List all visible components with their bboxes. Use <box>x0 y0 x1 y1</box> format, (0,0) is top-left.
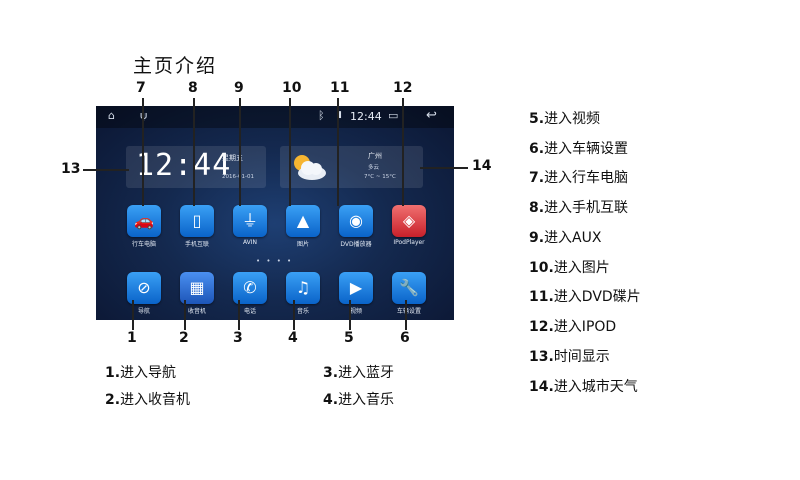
callout-13: 13 <box>61 161 81 177</box>
callout-1: 1 <box>127 330 137 346</box>
callout-9: 9 <box>234 80 244 96</box>
head-unit-screen: ⌂ ψ ᛒ ▮ 12:44 ▭ ↩ 12:44 星期五 2016-01-01 广… <box>96 106 454 320</box>
legend-item-3: 3.进入蓝牙 <box>323 365 395 381</box>
leader-line-2 <box>184 300 186 330</box>
wrench-icon: 🔧 <box>392 272 426 304</box>
bluetooth-icon: ᛒ <box>318 109 325 122</box>
app-trip-computer[interactable]: 🚗 行车电脑 <box>120 205 168 255</box>
leader-line-13 <box>83 169 129 171</box>
callout-4: 4 <box>288 330 298 346</box>
app-phone[interactable]: ✆ 电话 <box>226 272 274 320</box>
play-icon: ▶ <box>339 272 373 304</box>
legend-item-2: 2.进入收音机 <box>105 392 191 408</box>
partly-cloudy-icon <box>294 155 326 180</box>
leader-line-1 <box>132 300 134 330</box>
leader-line-9 <box>239 98 241 206</box>
leader-line-3 <box>238 300 240 330</box>
car-icon: 🚗 <box>127 205 161 237</box>
legend-item-11: 11.进入DVD碟片 <box>529 289 641 305</box>
leader-line-12 <box>402 98 404 206</box>
dvd-disc-icon: ◉ <box>339 205 373 237</box>
avin-plug-icon: ⏚ <box>233 205 267 237</box>
clock-widget[interactable]: 12:44 星期五 2016-01-01 <box>126 146 266 188</box>
legend-item-8: 8.进入手机互联 <box>529 200 629 216</box>
callout-3: 3 <box>233 330 243 346</box>
leader-line-8 <box>193 98 195 206</box>
home-icon[interactable]: ⌂ <box>108 109 115 122</box>
ipod-icon: ◈ <box>392 205 426 237</box>
weather-city: 广州 <box>368 152 382 160</box>
weather-condition: 多云 <box>368 165 380 171</box>
clock-time: 12:44 <box>136 148 232 183</box>
callout-5: 5 <box>344 330 354 346</box>
legend-item-5: 5.进入视频 <box>529 111 601 127</box>
leader-line-4 <box>293 300 295 330</box>
back-icon[interactable]: ↩ <box>426 108 437 123</box>
legend-item-6: 6.进入车辆设置 <box>529 141 629 157</box>
legend-item-10: 10.进入图片 <box>529 260 610 276</box>
app-phone-link[interactable]: ▯ 手机互联 <box>173 205 221 255</box>
callout-12: 12 <box>393 80 413 96</box>
phone-link-icon: ▯ <box>180 205 214 237</box>
page-indicator: • • • • <box>256 257 294 265</box>
leader-line-7 <box>142 98 144 206</box>
app-dvd[interactable]: ◉ DVD播放器 <box>332 205 380 255</box>
status-time: 12:44 <box>350 110 382 123</box>
callout-7: 7 <box>136 80 146 96</box>
status-bar: ⌂ ψ ᛒ ▮ 12:44 ▭ ↩ <box>96 106 454 128</box>
picture-icon: ▲ <box>286 205 320 237</box>
legend-item-13: 13.时间显示 <box>529 349 610 365</box>
legend-item-9: 9.进入AUX <box>529 230 602 246</box>
app-vehicle-settings[interactable]: 🔧 车辆设置 <box>385 272 433 320</box>
clock-date: 2016-01-01 <box>222 174 254 180</box>
app-radio[interactable]: ▦ 收音机 <box>173 272 221 320</box>
legend-item-14: 14.进入城市天气 <box>529 379 638 395</box>
page-title: 主页介绍 <box>133 55 218 77</box>
legend-item-4: 4.进入音乐 <box>323 392 395 408</box>
legend-item-7: 7.进入行车电脑 <box>529 170 629 186</box>
legend-item-12: 12.进入IPOD <box>529 319 617 335</box>
leader-line-6 <box>405 300 407 330</box>
app-video[interactable]: ▶ 视频 <box>332 272 380 320</box>
callout-14: 14 <box>472 158 492 174</box>
app-pictures[interactable]: ▲ 图片 <box>279 205 327 255</box>
music-icon: ♫ <box>286 272 320 304</box>
app-music[interactable]: ♫ 音乐 <box>279 272 327 320</box>
app-avin[interactable]: ⏚ AVIN <box>226 205 274 255</box>
callout-2: 2 <box>179 330 189 346</box>
leader-line-10 <box>289 98 291 206</box>
weather-temperature: 7°C ~ 15°C <box>364 174 396 180</box>
app-navigation[interactable]: ⊘ 导航 <box>120 272 168 320</box>
leader-line-5 <box>349 300 351 330</box>
callout-11: 11 <box>330 80 350 96</box>
leader-line-14 <box>420 167 468 169</box>
battery-icon: ▭ <box>388 109 399 122</box>
callout-10: 10 <box>282 80 302 96</box>
app-ipod[interactable]: ◈ IPodPlayer <box>385 205 433 255</box>
callout-8: 8 <box>188 80 198 96</box>
leader-line-11 <box>337 98 339 206</box>
legend-item-1: 1.进入导航 <box>105 365 177 381</box>
callout-6: 6 <box>400 330 410 346</box>
